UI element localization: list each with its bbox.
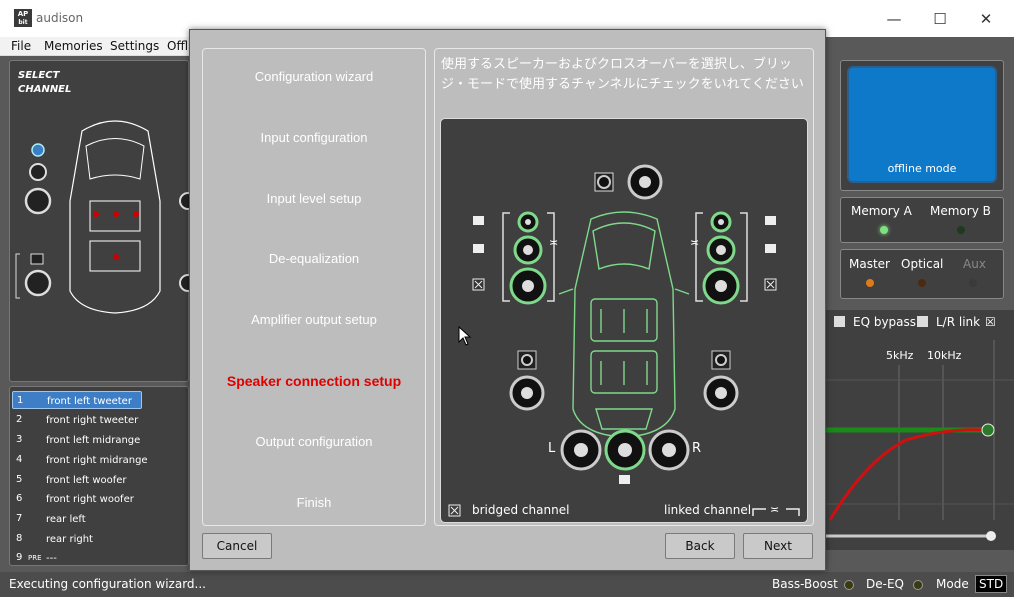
minimize-button[interactable]: — (872, 6, 916, 32)
step-speaker-connection-setup: Speaker connection setup (226, 373, 402, 389)
memory-b-led[interactable] (957, 226, 965, 234)
memory-a-label: Memory A (851, 204, 912, 218)
right-tweeter-checkbox[interactable] (765, 216, 776, 225)
channel-row-4[interactable]: 4 front right midrange (12, 451, 188, 469)
status-message: Executing configuration wizard... (9, 577, 206, 591)
maximize-button[interactable]: ☐ (918, 6, 962, 32)
cancel-button[interactable]: Cancel (202, 533, 272, 559)
input-source-panel: Master Optical Aux (840, 249, 1004, 299)
aux-label: Aux (963, 257, 986, 271)
master-led[interactable] (866, 279, 874, 287)
step-input-configuration: Input configuration (260, 130, 368, 145)
step-input-level-setup: Input level setup (266, 191, 362, 206)
back-button[interactable]: Back (665, 533, 735, 559)
channel-row-1[interactable]: 1 front left tweeter (12, 391, 142, 409)
window-title: audison (36, 11, 84, 25)
svg-text:≍: ≍ (770, 503, 779, 516)
bass-boost-label: Bass-Boost (772, 577, 838, 591)
offline-mode-label: offline mode (887, 162, 957, 175)
eq-panel: EQ bypass L/R link ☒ 5kHz 10kHz (826, 310, 1014, 550)
app-logo: AP bit (14, 9, 32, 27)
menu-file[interactable]: File (11, 39, 31, 53)
channel-row-8[interactable]: 8 rear right (12, 530, 188, 548)
pre-badge: PRE (28, 554, 42, 562)
memory-a-led[interactable] (880, 226, 888, 234)
master-label: Master (849, 257, 890, 271)
mouse-cursor-icon (458, 326, 472, 346)
right-crossover-icon[interactable]: ≍ (690, 236, 699, 249)
channel-row-9[interactable]: 9 PRE --- (12, 549, 188, 567)
aux-led[interactable] (969, 279, 977, 287)
close-button[interactable]: ✕ (964, 6, 1008, 32)
status-bar: Executing configuration wizard... Bass-B… (0, 572, 1014, 597)
speaker-layout: ≍ ≍ ≍ (448, 164, 800, 517)
channel-row-2[interactable]: 2 front right tweeter (12, 411, 188, 429)
step-amplifier-output-setup: Amplifier output setup (251, 312, 377, 327)
mini-car-diagram (15, 120, 190, 314)
left-tweeter-checkbox[interactable] (473, 216, 484, 225)
channel-row-3[interactable]: 3 front left midrange (12, 431, 188, 449)
memory-b-label: Memory B (930, 204, 991, 218)
wizard-steps: Configuration wizard Input configuration… (202, 48, 426, 526)
right-mid-checkbox[interactable] (765, 244, 776, 253)
rear-right-tweeter[interactable] (715, 354, 727, 366)
right-label: R (692, 441, 702, 456)
mode-value: STD (975, 575, 1008, 593)
channel-row-5[interactable]: 5 front left woofer (12, 471, 188, 489)
bridged-channel-label: bridged channel (472, 503, 570, 517)
center-tweeter[interactable] (597, 175, 611, 189)
menu-offline[interactable]: Offli (167, 39, 191, 53)
display-panel: offline mode (840, 60, 1004, 191)
step-finish: Finish (296, 495, 332, 510)
de-eq-led (913, 580, 923, 590)
menu-bar: File Memories Settings Offli (0, 37, 191, 56)
left-crossover-icon[interactable]: ≍ (549, 236, 558, 249)
step-configuration-wizard: Configuration wizard (254, 69, 374, 84)
optical-label: Optical (901, 257, 944, 271)
step-de-equalization: De-equalization (268, 251, 360, 266)
menu-settings[interactable]: Settings (110, 39, 159, 53)
next-button[interactable]: Next (743, 533, 813, 559)
de-eq-label: De-EQ (866, 577, 904, 591)
linked-channel-label: linked channel (664, 503, 752, 517)
left-label: L (548, 441, 556, 456)
mode-label: Mode (936, 577, 969, 591)
left-mid-checkbox[interactable] (473, 244, 484, 253)
channel-row-7[interactable]: 7 rear left (12, 510, 188, 528)
bass-boost-led (844, 580, 854, 590)
instruction-text: 使用するスピーカーおよびクロスオーバーを選択し、ブリッジ・モードで使用するチャン… (441, 57, 804, 92)
step-output-configuration: Output configuration (255, 434, 373, 449)
sub-checkbox[interactable] (619, 475, 630, 484)
select-channel-panel: SELECT CHANNEL (9, 60, 190, 382)
configuration-wizard-dialog: Configuration wizard Input configuration… (189, 29, 826, 571)
offline-screen[interactable]: offline mode (847, 66, 997, 183)
optical-led[interactable] (918, 279, 926, 287)
menu-memories[interactable]: Memories (44, 39, 103, 53)
rear-left-tweeter[interactable] (521, 354, 533, 366)
memory-panel: Memory A Memory B (840, 197, 1004, 243)
eq-graph (826, 340, 1014, 541)
car-outline (558, 211, 690, 438)
channel-row-6[interactable]: 6 front right woofer (12, 490, 188, 508)
channel-list: 1 front left tweeter 2 front right tweeter… (9, 386, 189, 566)
speaker-diagram: ≍ ≍ ≍ L R bridged channel linked channel (440, 118, 808, 523)
